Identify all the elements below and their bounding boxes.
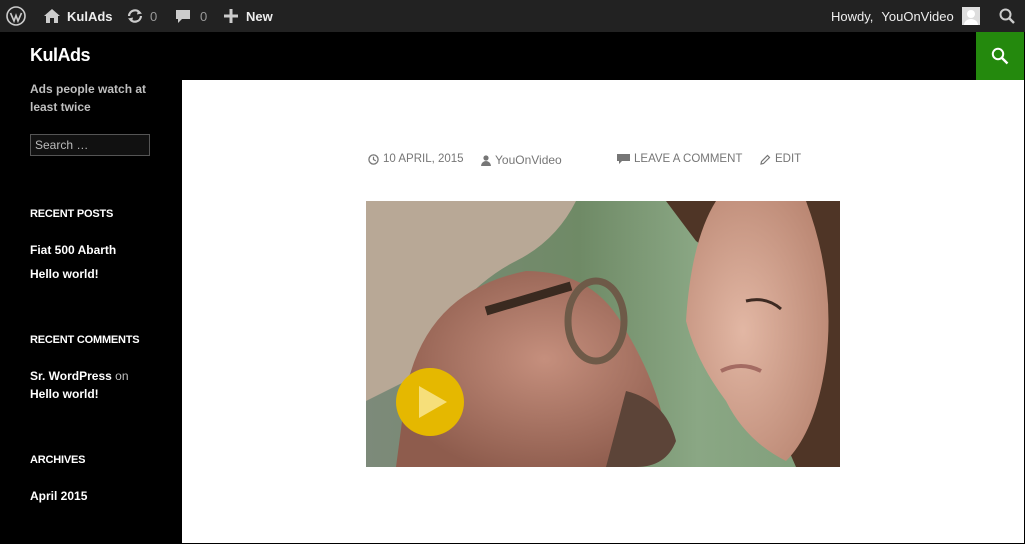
home-icon bbox=[43, 8, 61, 24]
post-author-label: YouOnVideo bbox=[495, 153, 562, 167]
recent-comment-item: Sr. WordPress on bbox=[30, 369, 129, 383]
video-player[interactable] bbox=[366, 201, 840, 467]
archive-link[interactable]: April 2015 bbox=[30, 489, 87, 503]
leave-comment-label: LEAVE A COMMENT bbox=[634, 153, 743, 165]
recent-post-link[interactable]: Fiat 500 Abarth bbox=[30, 243, 116, 257]
refresh-icon bbox=[126, 8, 144, 24]
avatar-icon bbox=[961, 7, 980, 25]
my-account-link[interactable]: Howdy, YouOnVideo bbox=[831, 0, 980, 32]
post-author[interactable]: YouOnVideo bbox=[481, 153, 562, 167]
comment-on-label: on bbox=[115, 369, 129, 383]
comment-post-link[interactable]: Hello world! bbox=[30, 387, 99, 401]
recent-comments-title: RECENT COMMENTS bbox=[30, 334, 140, 346]
play-button[interactable] bbox=[396, 368, 464, 436]
plus-icon bbox=[224, 9, 238, 23]
person-icon bbox=[481, 154, 491, 166]
leave-comment-link[interactable]: LEAVE A COMMENT bbox=[617, 153, 742, 165]
updates-count: 0 bbox=[150, 8, 158, 24]
recent-post-link[interactable]: Hello world! bbox=[30, 267, 99, 281]
wordpress-logo-icon[interactable] bbox=[6, 0, 26, 32]
site-name-link[interactable]: KulAds bbox=[43, 0, 113, 32]
user-name: YouOnVideo bbox=[881, 8, 954, 24]
comments-count: 0 bbox=[200, 8, 208, 24]
search-icon bbox=[991, 47, 1009, 65]
updates-link[interactable]: 0 bbox=[126, 0, 157, 32]
main-content: 10 APRIL, 2015 YouOnVideo LEAVE A COMMEN… bbox=[182, 80, 1024, 543]
site-name-label: KulAds bbox=[67, 8, 113, 24]
site-title[interactable]: KulAds bbox=[30, 45, 91, 66]
play-icon bbox=[419, 386, 447, 418]
comment-bubble-icon bbox=[617, 153, 630, 165]
new-label: New bbox=[246, 8, 273, 24]
archives-title: ARCHIVES bbox=[30, 454, 86, 466]
site-tagline: Ads people watch at least twice bbox=[30, 82, 147, 114]
clock-icon bbox=[368, 153, 379, 165]
comments-link[interactable]: 0 bbox=[175, 0, 207, 32]
comment-author-link[interactable]: Sr. WordPress bbox=[30, 369, 112, 383]
sidebar-search-input[interactable] bbox=[30, 134, 150, 156]
admin-bar: KulAds 0 0 New Howdy, YouOnVideo bbox=[0, 0, 1025, 32]
search-icon[interactable] bbox=[999, 0, 1015, 32]
comment-bubble-icon bbox=[175, 8, 191, 24]
edit-label: EDIT bbox=[775, 153, 802, 165]
pencil-icon bbox=[760, 154, 771, 165]
edit-link[interactable]: EDIT bbox=[760, 153, 801, 165]
recent-posts-title: RECENT POSTS bbox=[30, 208, 114, 220]
post-date-label: 10 APRIL, 2015 bbox=[383, 153, 464, 165]
new-content-link[interactable]: New bbox=[224, 0, 273, 32]
post-date[interactable]: 10 APRIL, 2015 bbox=[368, 153, 464, 165]
search-toggle-button[interactable] bbox=[976, 32, 1024, 80]
howdy-label: Howdy, bbox=[831, 8, 874, 24]
